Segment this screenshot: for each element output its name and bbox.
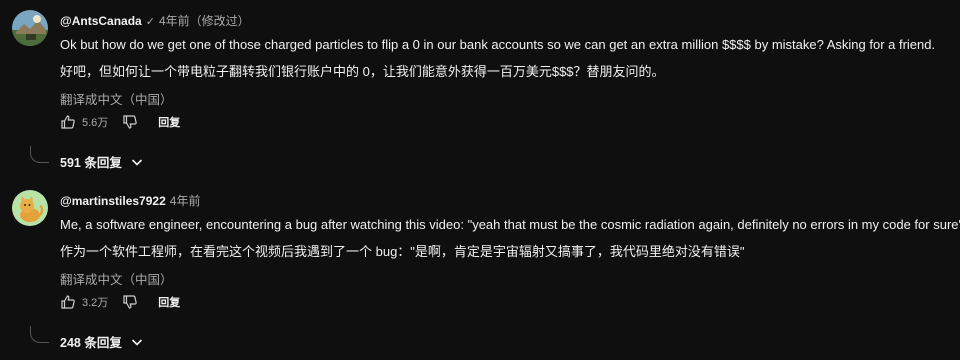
view-replies-button[interactable]: 248 条回复 <box>60 332 144 351</box>
avatar-image <box>12 190 48 226</box>
comment-actions: 5.6万 回复 <box>60 114 180 130</box>
comment-translation: 好吧，但如何让一个带电粒子翻转我们银行账户中的 0，让我们能意外获得一百万美元$… <box>60 64 665 79</box>
replies-count-label: 248 条回复 <box>60 336 122 350</box>
comment-time[interactable]: 4年前 <box>170 194 201 208</box>
like-icon[interactable] <box>60 294 76 310</box>
thread-connector <box>30 146 49 163</box>
avatar[interactable] <box>12 10 48 46</box>
like-count: 5.6万 <box>82 117 109 129</box>
reply-button[interactable]: 回复 <box>158 294 180 310</box>
avatar[interactable] <box>12 190 48 226</box>
author-handle[interactable]: @martinstiles7922 <box>60 194 166 208</box>
like-count: 3.2万 <box>82 297 109 309</box>
comment-text: Ok but how do we get one of those charge… <box>60 37 936 52</box>
translate-link[interactable]: 翻译成中文（中国） <box>60 269 173 288</box>
view-replies-button[interactable]: 591 条回复 <box>60 152 144 171</box>
comment-text: Me, a software engineer, encountering a … <box>60 217 960 232</box>
like-icon[interactable] <box>60 114 76 130</box>
chevron-down-icon <box>131 338 142 346</box>
avatar-image <box>12 10 48 46</box>
translate-link[interactable]: 翻译成中文（中国） <box>60 89 173 108</box>
dislike-icon[interactable] <box>122 294 138 310</box>
comments-section: @AntsCanada ✓ 4年前（修改过） Ok but how do we ge… <box>0 0 960 360</box>
chevron-down-icon <box>131 158 142 166</box>
comment-time[interactable]: 4年前（修改过） <box>159 14 250 28</box>
thread-connector <box>30 326 49 343</box>
replies-count-label: 591 条回复 <box>60 156 122 170</box>
check-icon: ✓ <box>145 16 155 28</box>
reply-button[interactable]: 回复 <box>158 114 180 130</box>
comment-meta: @martinstiles7922 4年前 <box>60 192 200 209</box>
comment-meta: @AntsCanada ✓ 4年前（修改过） <box>60 12 250 29</box>
dislike-icon[interactable] <box>122 114 138 130</box>
comment-actions: 3.2万 回复 <box>60 294 180 310</box>
author-handle[interactable]: @AntsCanada <box>60 14 142 28</box>
comment-translation: 作为一个软件工程师，在看完这个视频后我遇到了一个 bug："是啊，肯定是宇宙辐射… <box>60 244 745 259</box>
